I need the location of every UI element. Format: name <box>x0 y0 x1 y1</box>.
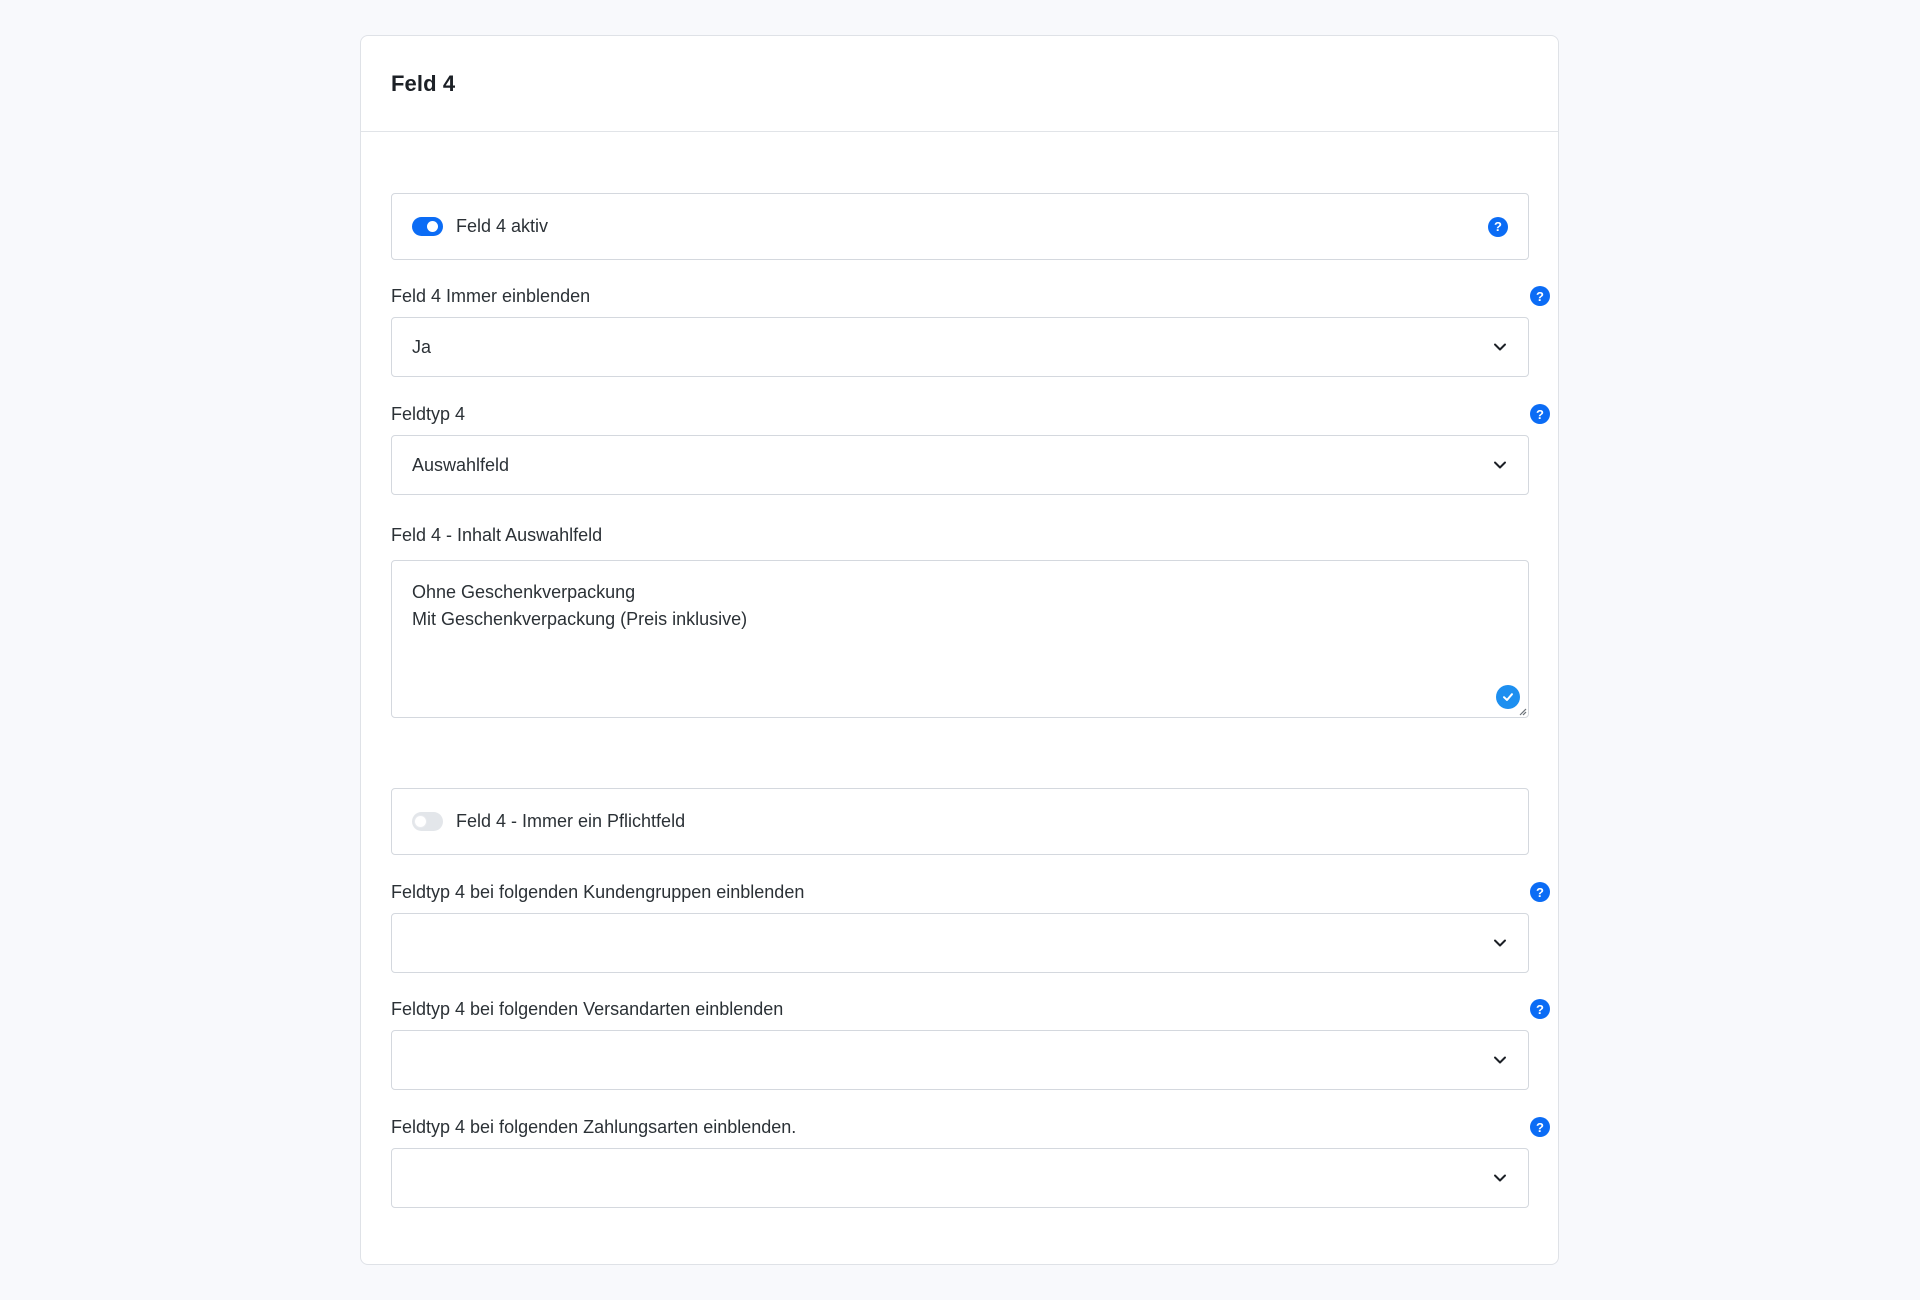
shipping-methods-label: Feldtyp 4 bei folgenden Versandarten ein… <box>391 998 784 1019</box>
shipping-methods-select[interactable] <box>391 1030 1529 1090</box>
customer-groups-label-row: Feldtyp 4 bei folgenden Kundengruppen ei… <box>391 880 1550 904</box>
required-toggle-box: Feld 4 - Immer ein Pflichtfeld <box>391 788 1529 855</box>
help-icon[interactable]: ? <box>1530 286 1550 306</box>
field-type-select[interactable]: Auswahlfeld <box>391 435 1529 495</box>
active-toggle-box: Feld 4 aktiv ? <box>391 193 1529 260</box>
chevron-down-icon <box>1494 1174 1506 1182</box>
required-toggle-switch[interactable] <box>412 812 443 831</box>
shipping-methods-label-row: Feldtyp 4 bei folgenden Versandarten ein… <box>391 997 1550 1021</box>
help-icon[interactable]: ? <box>1488 216 1508 237</box>
toggle-knob <box>415 816 426 827</box>
chevron-down-icon <box>1494 461 1506 469</box>
always-show-select[interactable]: Ja <box>391 317 1529 377</box>
card-title: Feld 4 <box>391 70 456 96</box>
payment-methods-select[interactable] <box>391 1148 1529 1208</box>
active-toggle-switch[interactable] <box>412 217 443 236</box>
toggle-knob <box>427 221 438 232</box>
chevron-down-icon <box>1494 343 1506 351</box>
chevron-down-icon <box>1494 1056 1506 1064</box>
settings-card: Feld 4 Feld 4 aktiv ? Feld 4 Immer einbl… <box>360 35 1559 1265</box>
always-show-label: Feld 4 Immer einblenden <box>391 285 591 306</box>
card-header: Feld 4 <box>361 36 1558 132</box>
help-icon[interactable]: ? <box>1530 882 1550 902</box>
active-toggle-label: Feld 4 aktiv <box>456 216 549 236</box>
payment-methods-label: Feldtyp 4 bei folgenden Zahlungsarten ei… <box>391 1116 797 1137</box>
always-show-label-row: Feld 4 Immer einblenden ? <box>391 284 1550 308</box>
help-icon[interactable]: ? <box>1530 999 1550 1019</box>
textarea-line: Mit Geschenkverpackung (Preis inklusive) <box>412 609 748 629</box>
payment-methods-label-row: Feldtyp 4 bei folgenden Zahlungsarten ei… <box>391 1115 1550 1139</box>
customer-groups-select[interactable] <box>391 913 1529 973</box>
select-content-label-row: Feld 4 - Inhalt Auswahlfeld <box>391 523 1550 547</box>
chevron-down-icon <box>1494 939 1506 947</box>
select-content-textarea[interactable]: Ohne Geschenkverpackung Mit Geschenkverp… <box>391 560 1529 718</box>
always-show-value: Ja <box>412 336 432 357</box>
required-toggle-label: Feld 4 - Immer ein Pflichtfeld <box>456 811 686 831</box>
resize-handle-icon[interactable] <box>1517 706 1527 716</box>
help-icon[interactable]: ? <box>1530 404 1550 424</box>
field-type-value: Auswahlfeld <box>412 454 510 475</box>
field-type-label: Feldtyp 4 <box>391 403 466 424</box>
customer-groups-label: Feldtyp 4 bei folgenden Kundengruppen ei… <box>391 881 805 902</box>
select-content-label: Feld 4 - Inhalt Auswahlfeld <box>391 524 603 545</box>
field-type-label-row: Feldtyp 4 ? <box>391 402 1550 426</box>
textarea-line: Ohne Geschenkverpackung <box>412 582 636 602</box>
help-icon[interactable]: ? <box>1530 1117 1550 1137</box>
